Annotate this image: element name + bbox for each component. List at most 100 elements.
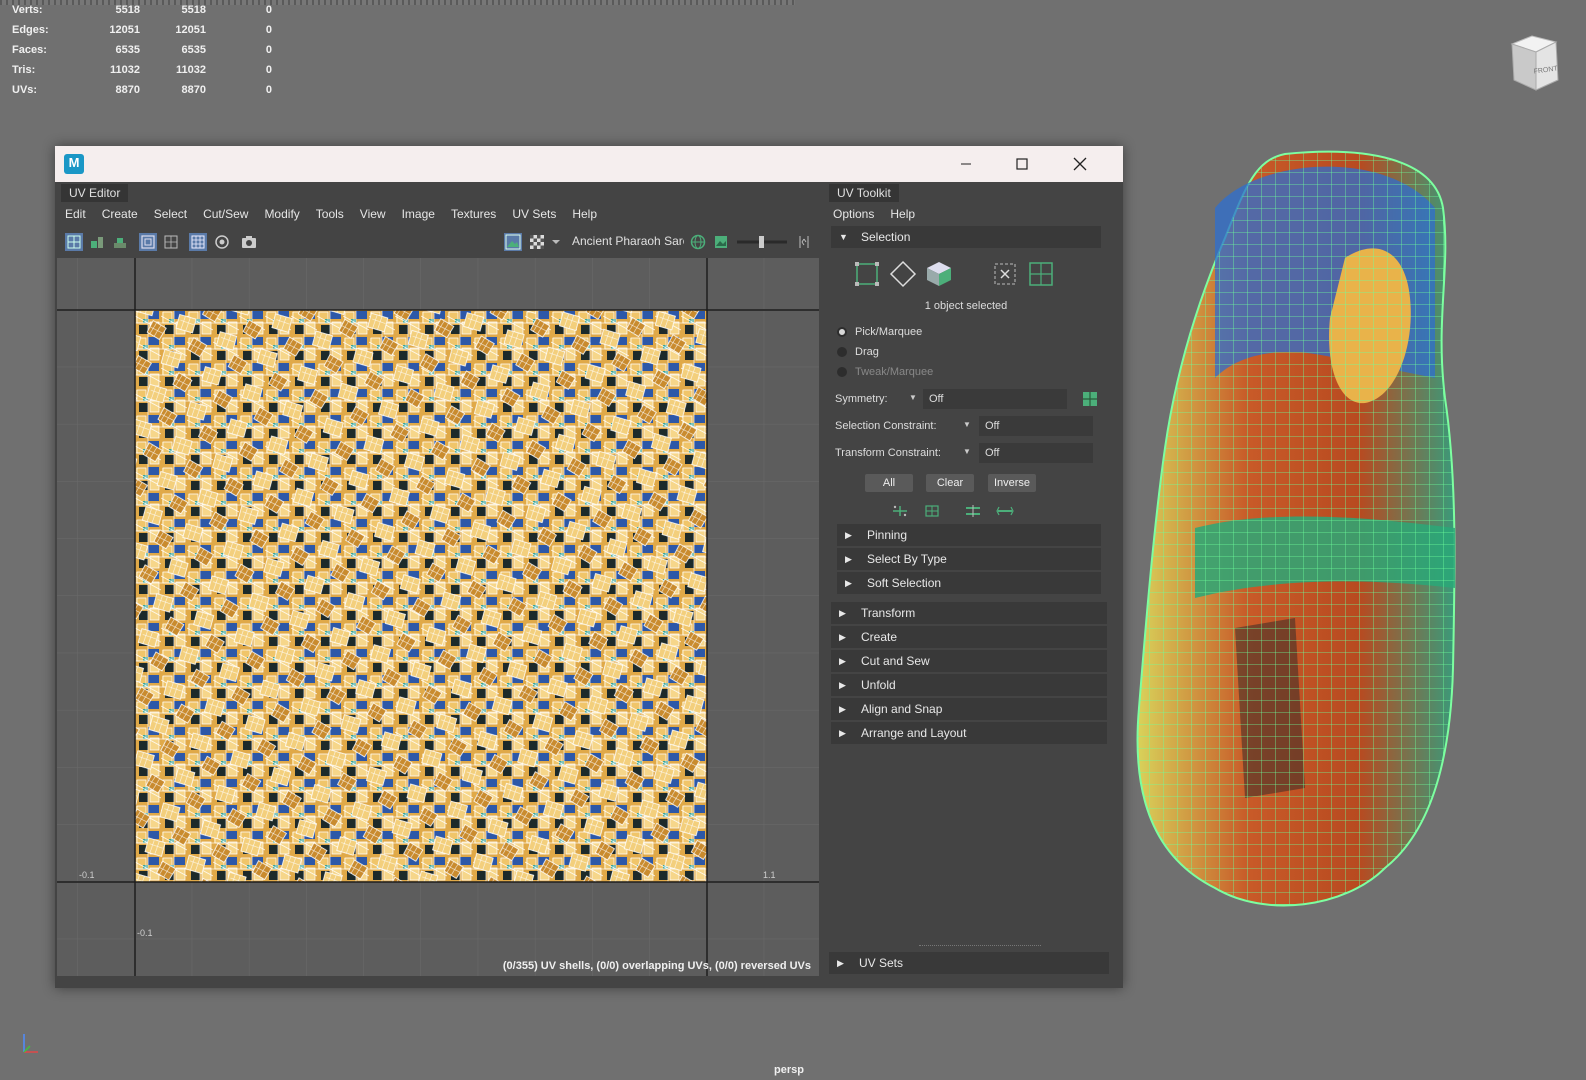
- panel-resize-handle[interactable]: [919, 945, 1041, 948]
- hud-value: 8870: [115, 84, 140, 96]
- window-titlebar[interactable]: M: [55, 146, 1123, 182]
- menu-create[interactable]: Create: [94, 202, 146, 226]
- selection-constraint-row: Selection Constraint: ▼ Off: [835, 415, 1107, 437]
- pixel-snap-icon[interactable]: [162, 233, 180, 251]
- section-pinning[interactable]: ▶ Pinning: [837, 524, 1101, 546]
- uv-layout-icon[interactable]: [88, 233, 106, 251]
- menu-select[interactable]: Select: [146, 202, 195, 226]
- hud-value: 8870: [181, 84, 206, 96]
- uv-toolkit-tab[interactable]: UV Toolkit: [829, 184, 899, 202]
- select-border-icon[interactable]: [996, 504, 1014, 518]
- clear-selection-button[interactable]: Clear: [926, 474, 974, 492]
- hud-row-faces: Faces: 6535 6535 0: [12, 44, 272, 64]
- hud-value: 6535: [115, 44, 140, 56]
- hud-value: 5518: [115, 4, 140, 16]
- uv-component-icon[interactable]: [853, 260, 881, 288]
- menu-help[interactable]: Help: [564, 202, 605, 226]
- minimize-button[interactable]: [943, 146, 989, 182]
- view-cube[interactable]: FRONT: [1506, 30, 1562, 94]
- close-icon: [1073, 157, 1087, 171]
- uv-toolkit-menubar: Options Help: [825, 202, 1123, 226]
- wireframe-grid-icon[interactable]: [189, 233, 207, 251]
- grow-selection-icon[interactable]: [891, 504, 909, 518]
- brightness-slider[interactable]: [735, 233, 789, 251]
- menu-view[interactable]: View: [352, 202, 394, 226]
- hud-value: 6535: [181, 44, 206, 56]
- checker-icon[interactable]: [528, 233, 546, 251]
- section-label: Pinning: [867, 528, 908, 542]
- symmetry-axis-icon[interactable]: [1081, 390, 1099, 408]
- object-cube-icon[interactable]: [925, 260, 953, 288]
- section-select-by-type[interactable]: ▶ Select By Type: [837, 548, 1101, 570]
- triangle-right-icon: ▶: [839, 608, 846, 618]
- menu-uv-sets[interactable]: UV Sets: [504, 202, 564, 226]
- section-unfold[interactable]: ▶ Unfold: [831, 674, 1107, 696]
- transform-constraint-dropdown[interactable]: Off: [979, 443, 1093, 463]
- chevron-down-icon[interactable]: [551, 233, 561, 251]
- menu-image[interactable]: Image: [394, 202, 443, 226]
- section-transform[interactable]: ▶ Transform: [831, 602, 1107, 624]
- symmetry-label: Symmetry:: [835, 393, 888, 405]
- hud-row-tris: Tris: 11032 11032 0: [12, 64, 272, 84]
- menu-textures[interactable]: Textures: [443, 202, 504, 226]
- texture-name[interactable]: Ancient Pharaoh Sarc: [572, 234, 684, 248]
- maya-app-icon: M: [64, 154, 84, 174]
- radio-icon: [837, 347, 847, 357]
- menu-cut-sew[interactable]: Cut/Sew: [195, 202, 256, 226]
- selection-constraint-dropdown[interactable]: Off: [979, 416, 1093, 436]
- axis-gizmo-icon: [23, 1034, 38, 1053]
- texture-sphere-icon[interactable]: [689, 233, 707, 251]
- hud-value: 12051: [109, 24, 140, 36]
- toolbar-expand-icon[interactable]: [795, 233, 813, 251]
- uv-editor-toolbar: Ancient Pharaoh Sarc: [57, 226, 819, 256]
- section-cut-and-sew[interactable]: ▶ Cut and Sew: [831, 650, 1107, 672]
- shrink-selection-icon[interactable]: [923, 504, 941, 518]
- uv-editor-window: M UV Editor Edit Create Select Cut/Sew M…: [55, 146, 1123, 988]
- menu-edit[interactable]: Edit: [57, 202, 94, 226]
- close-button[interactable]: [1057, 146, 1103, 182]
- chevron-down-icon[interactable]: ▼: [963, 420, 971, 429]
- selection-summary: 1 object selected: [924, 300, 1008, 312]
- triangle-right-icon: ▶: [839, 728, 846, 738]
- hud-value: 11032: [110, 64, 140, 76]
- section-selection[interactable]: ▼ Selection: [831, 226, 1101, 248]
- snapshot-camera-icon[interactable]: [240, 233, 258, 251]
- menu-options[interactable]: Options: [825, 202, 882, 226]
- display-image-icon[interactable]: [504, 233, 522, 251]
- select-all-button[interactable]: All: [865, 474, 913, 492]
- uv-shelf-icon[interactable]: [111, 233, 129, 251]
- select-shell-border-icon[interactable]: [991, 260, 1019, 288]
- sarcophagus-model[interactable]: [1135, 148, 1465, 918]
- uv-grid-select-icon[interactable]: [1027, 260, 1055, 288]
- section-create[interactable]: ▶ Create: [831, 626, 1107, 648]
- select-shell-icon[interactable]: [964, 504, 982, 518]
- section-arrange-and-layout[interactable]: ▶ Arrange and Layout: [831, 722, 1107, 744]
- section-align-and-snap[interactable]: ▶ Align and Snap: [831, 698, 1107, 720]
- section-soft-selection[interactable]: ▶ Soft Selection: [837, 572, 1101, 594]
- chevron-down-icon[interactable]: ▼: [909, 393, 917, 402]
- transform-constraint-row: Transform Constraint: ▼ Off: [835, 442, 1107, 464]
- radio-label: Drag: [855, 346, 879, 358]
- chevron-down-icon[interactable]: ▼: [963, 447, 971, 456]
- section-uv-sets[interactable]: ▶ UV Sets: [829, 952, 1109, 974]
- hud-value: 0: [265, 64, 272, 76]
- hud-value: 12051: [175, 24, 206, 36]
- hud-value: 0: [265, 4, 272, 16]
- symmetry-dropdown[interactable]: Off: [923, 389, 1067, 409]
- maximize-button[interactable]: [999, 146, 1045, 182]
- uv-shell-diamond-icon[interactable]: [889, 260, 917, 288]
- camera-label: persp: [774, 1064, 804, 1076]
- grid-label-neg-u: -0.1: [79, 870, 95, 880]
- section-label: Align and Snap: [861, 702, 943, 716]
- inverse-selection-button[interactable]: Inverse: [988, 474, 1036, 492]
- image-green-icon[interactable]: [712, 233, 730, 251]
- menu-toolkit-help[interactable]: Help: [882, 202, 923, 226]
- grid-toggle-icon[interactable]: [139, 233, 157, 251]
- distortion-icon[interactable]: [213, 233, 231, 251]
- menu-modify[interactable]: Modify: [256, 202, 307, 226]
- uv-canvas[interactable]: -0.1 1.1 -0.1 (0/355) UV shells, (0/0) o…: [57, 258, 819, 976]
- menu-tools[interactable]: Tools: [308, 202, 352, 226]
- uv-editor-tab[interactable]: UV Editor: [61, 184, 129, 202]
- section-label: UV Sets: [859, 956, 904, 970]
- uv-shell-icon[interactable]: [65, 233, 83, 251]
